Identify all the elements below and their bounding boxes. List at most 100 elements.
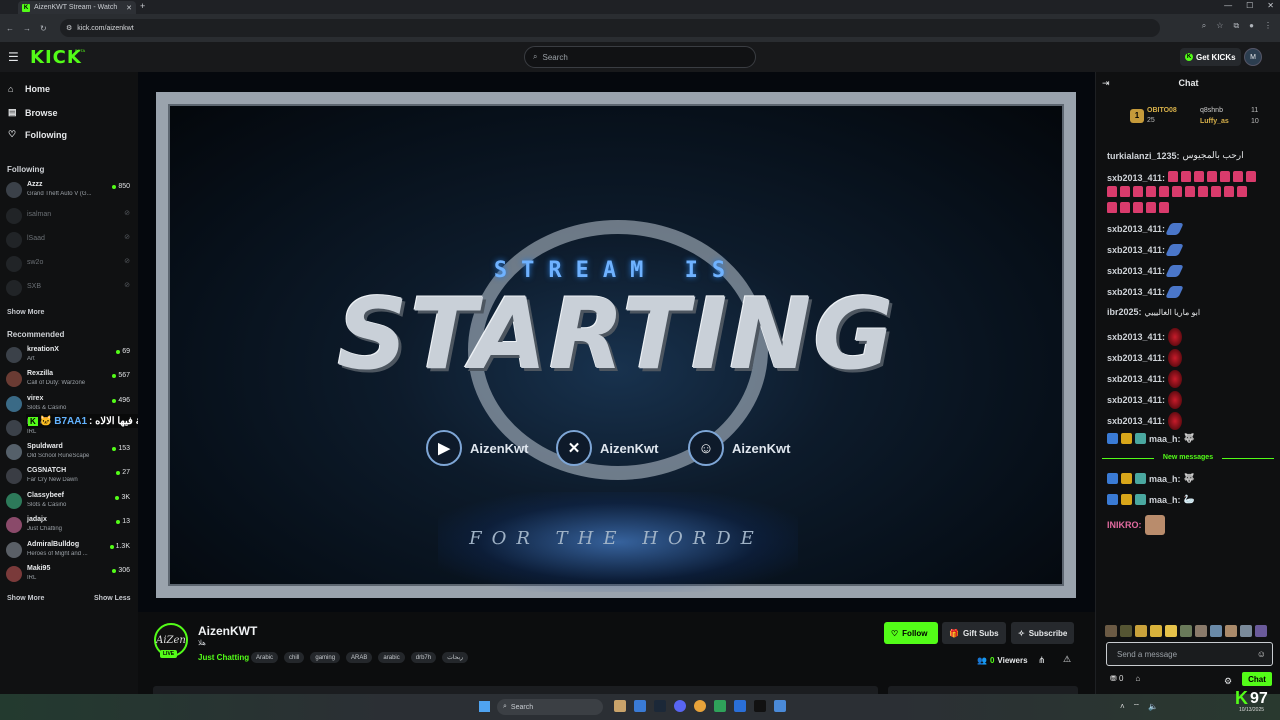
chat-username[interactable]: maa_h: (1149, 495, 1181, 505)
chat-username[interactable]: maa_h: (1149, 434, 1181, 444)
tag[interactable]: drb7h (410, 652, 437, 663)
chat-username[interactable]: sxb2013_411: (1107, 395, 1165, 405)
recommended-channel[interactable]: Rexzilla Call of Duty: Warzone 567 (6, 369, 130, 391)
chat-username[interactable]: sxb2013_411: (1107, 332, 1165, 342)
zoom-icon[interactable]: ⌕ (1202, 21, 1206, 31)
video-player[interactable]: STREAM IS STARTING ▶ AizenKwt ✕ AizenKwt… (138, 72, 1095, 612)
forward-icon[interactable]: → (23, 24, 31, 33)
chat-username[interactable]: sxb2013_411: (1107, 416, 1165, 426)
hamburger-menu-icon[interactable]: ☰ (8, 50, 19, 64)
user-avatar[interactable]: M (1244, 48, 1262, 66)
chat-username[interactable]: sxb2013_411: (1107, 266, 1165, 276)
emote-icon[interactable] (1120, 625, 1132, 637)
chat-input[interactable]: Send a message ☺ (1106, 642, 1273, 666)
maximize-icon[interactable]: ☐ (1246, 1, 1253, 10)
close-tab-icon[interactable]: ✕ (126, 4, 132, 12)
share-icon[interactable]: ⋔ (1038, 655, 1046, 666)
tag[interactable]: gaming (310, 652, 341, 663)
minimize-icon[interactable]: — (1224, 1, 1232, 10)
follow-button[interactable]: ♡ Follow (884, 622, 938, 644)
xbox-icon[interactable] (714, 700, 726, 712)
taskbar-search[interactable]: ⌕ Search (497, 699, 603, 715)
recommended-channel[interactable]: CGSNATCH Far Cry New Dawn 27 (6, 466, 130, 488)
nav-home[interactable]: ⌂ Home (8, 84, 50, 94)
recommended-channel[interactable]: jadajx Just Chatting 13 (6, 515, 130, 537)
windows-start-icon[interactable] (479, 701, 490, 712)
tag[interactable]: ARAB (346, 652, 373, 663)
recommended-channel[interactable]: virex Slots & Casino 496 (6, 394, 130, 416)
emote-icon[interactable] (1180, 625, 1192, 637)
chat-username[interactable]: turkialanzi_1235: (1107, 151, 1180, 161)
store-icon[interactable]: ⌂ (1135, 674, 1140, 683)
browser-tab[interactable]: K AizenKWT Stream - Watch ✕ (18, 1, 136, 14)
kicks-counter[interactable]: ⛃ 0 (1110, 674, 1123, 683)
show-more-recommended-button[interactable]: Show More (7, 595, 44, 602)
send-chat-button[interactable]: Chat (1242, 672, 1272, 686)
chat-username[interactable]: maa_h: (1149, 474, 1181, 484)
tag[interactable]: ربحات (442, 652, 469, 663)
steam-icon[interactable] (654, 700, 666, 712)
recommended-channel[interactable]: Maki95 IRL 306 (6, 564, 130, 586)
app-icon[interactable] (754, 700, 766, 712)
chat-username[interactable]: ibr2025: (1107, 307, 1142, 317)
chat-username[interactable]: sxb2013_411: (1107, 353, 1165, 363)
get-kicks-button[interactable]: K Get KICKs (1180, 48, 1241, 66)
emote-icon[interactable] (1210, 625, 1222, 637)
following-channel[interactable]: lSaad ⊘ (6, 230, 130, 252)
report-icon[interactable]: ⚠ (1063, 654, 1071, 665)
reload-icon[interactable]: ↻ (40, 24, 47, 33)
recommended-channel[interactable]: AdmiralBulldog Heroes of Might and ... 1… (6, 540, 130, 562)
recommended-channel[interactable]: Classybeef Slots & Casino 3K (6, 491, 130, 513)
chrome-icon[interactable] (694, 700, 706, 712)
chat-username[interactable]: sxb2013_411: (1107, 245, 1165, 255)
emote-icon[interactable] (1225, 625, 1237, 637)
chat-username[interactable]: INIKRO: (1107, 520, 1142, 530)
app-icon[interactable] (734, 700, 746, 712)
chevron-up-icon[interactable]: ˄ (1120, 702, 1125, 712)
nav-browse[interactable]: ▤ Browse (8, 107, 58, 118)
emote-icon[interactable] (1195, 625, 1207, 637)
chat-username[interactable]: sxb2013_411: (1107, 374, 1165, 384)
recommended-channel[interactable]: kreationX Art 69 (6, 345, 130, 367)
stream-category[interactable]: Just Chatting (198, 653, 249, 662)
site-info-icon[interactable]: ⚙ (66, 24, 72, 32)
network-icon[interactable]: ⌔ (1133, 702, 1141, 712)
emote-icon[interactable] (1105, 625, 1117, 637)
extensions-icon[interactable]: ⧉ (1233, 21, 1239, 31)
chat-settings-icon[interactable]: ⚙ (1224, 676, 1232, 687)
emote-icon[interactable] (1165, 625, 1177, 637)
tag[interactable]: chill (284, 652, 305, 663)
chat-username[interactable]: sxb2013_411: (1107, 173, 1165, 183)
store-app-icon[interactable] (634, 700, 646, 712)
chat-username[interactable]: sxb2013_411: (1107, 224, 1165, 234)
volume-icon[interactable]: 🔈 (1148, 702, 1158, 712)
emote-icon[interactable] (1135, 625, 1147, 637)
emote-icon[interactable] (1150, 625, 1162, 637)
profile-icon[interactable]: ● (1249, 21, 1254, 31)
url-field[interactable]: ⚙ kick.com/aizenkwt (60, 19, 1160, 37)
following-channel[interactable]: Azzz Grand Theft Auto V (G... 850 (6, 180, 130, 202)
app-icon[interactable] (774, 700, 786, 712)
show-less-button[interactable]: Show Less (94, 595, 131, 602)
discord-icon[interactable] (674, 700, 686, 712)
bookmark-star-icon[interactable]: ☆ (1216, 21, 1223, 31)
following-channel[interactable]: isalman ⊘ (6, 206, 130, 228)
emoji-picker-icon[interactable]: ☺ (1257, 649, 1266, 659)
back-icon[interactable]: ← (6, 24, 14, 33)
chat-username[interactable]: sxb2013_411: (1107, 287, 1165, 297)
tag[interactable]: arabic (378, 652, 405, 663)
streamer-name[interactable]: AizenKWT (198, 624, 257, 638)
browser-menu-icon[interactable]: ⋮ (1264, 21, 1272, 31)
following-channel[interactable]: sw2o ⊘ (6, 254, 130, 276)
new-tab-icon[interactable]: + (140, 1, 145, 11)
new-messages-divider[interactable]: New messages (1102, 454, 1274, 461)
search-input[interactable]: ⌕ Search (524, 46, 756, 68)
close-window-icon[interactable]: ✕ (1267, 1, 1274, 10)
gift-subs-button[interactable]: 🎁 Gift Subs (942, 622, 1006, 644)
show-more-following-button[interactable]: Show More (7, 309, 44, 316)
emote-icon[interactable] (1255, 625, 1267, 637)
nav-following[interactable]: ♡ Following (8, 129, 67, 140)
following-channel[interactable]: SXB ⊘ (6, 278, 130, 300)
file-explorer-icon[interactable] (614, 700, 626, 712)
tag[interactable]: Arabic (251, 652, 279, 663)
